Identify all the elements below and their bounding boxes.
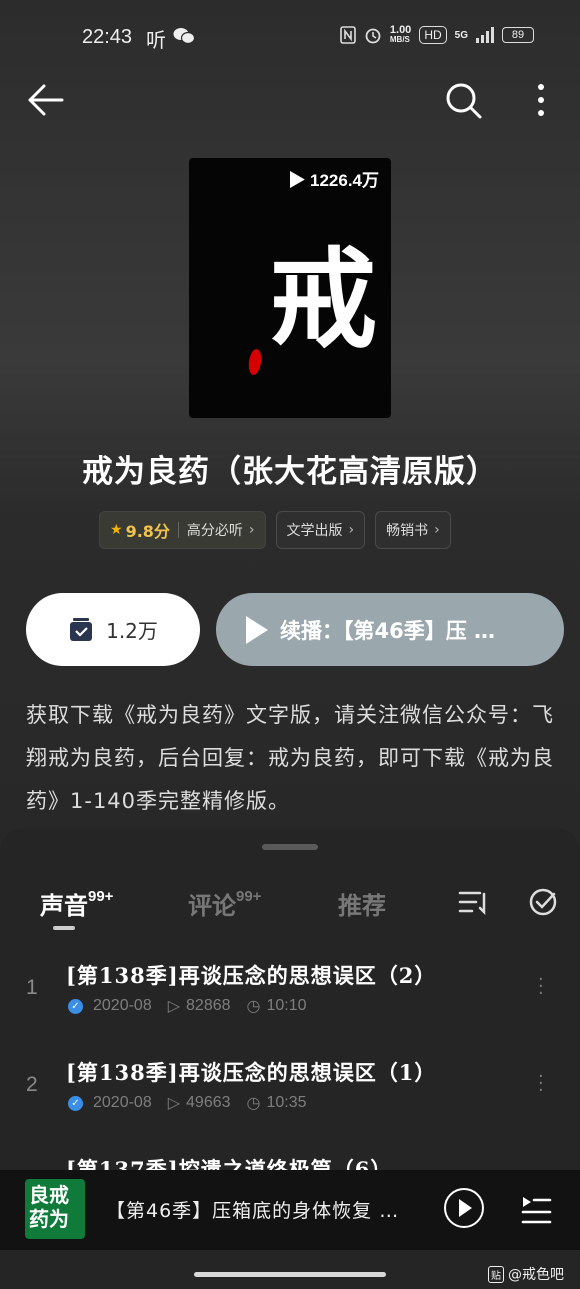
nfc-icon <box>340 26 356 44</box>
tab-underline <box>53 926 75 930</box>
continue-label: 续播：【第46季】压 … <box>280 618 496 643</box>
sort-list-icon[interactable] <box>458 888 490 918</box>
status-right-icons: 1.00 MB/S HD 5G 89 <box>340 25 534 45</box>
player-thumbnail: 良戒药为 <box>25 1179 85 1239</box>
tab-bar: 声音99+ 评论99+ 推荐 <box>0 878 580 938</box>
subscribe-icon <box>70 617 93 641</box>
mini-player[interactable]: 良戒药为 【第46季】压箱底的身体恢复 … <box>0 1170 580 1250</box>
play-button-icon[interactable] <box>444 1188 484 1228</box>
net-speed: 1.00 MB/S <box>389 24 412 45</box>
album-tags: ★ 9.8分 高分必听 › 文学出版 › 畅销书 › <box>99 511 451 549</box>
episode-row[interactable]: 2 [第138季]再谈压念的思想误区（1） ✓ 2020-08 ▷ 49663 ◷… <box>0 1035 580 1131</box>
plays-icon: ▷ <box>167 998 181 1015</box>
status-bar: 22:43 听 1.00 MB/S HD 5G 89 <box>0 0 580 74</box>
verified-check-icon: ✓ <box>68 998 83 1014</box>
episode-more-icon[interactable]: · · · <box>538 971 544 1003</box>
red-seal-mark <box>247 348 263 376</box>
watermark-box: 贴 <box>488 1265 504 1283</box>
tag-label: 畅销书 <box>386 523 429 539</box>
chevron-right-icon: › <box>434 522 440 538</box>
album-title: 戒为良药（张大花高清原版） <box>82 454 498 490</box>
wechat-icon <box>173 28 195 45</box>
tag-literature[interactable]: 文学出版 › <box>275 511 366 549</box>
album-cover[interactable]: ▶ 1226.4万 戒 <box>189 158 391 418</box>
network-type: 5G <box>454 29 468 41</box>
episode-plays: 49663 <box>186 1094 231 1111</box>
player-title: 【第46季】压箱底的身体恢复 … <box>106 1200 400 1222</box>
back-arrow-icon[interactable] <box>26 82 64 118</box>
cover-play-count: ▶ 1226.4万 <box>288 171 379 190</box>
search-icon[interactable] <box>445 82 483 120</box>
episode-title: [第138季]再谈压念的思想误区（1） <box>66 1060 437 1085</box>
chevron-right-icon: › <box>348 522 355 538</box>
chevron-right-icon: › <box>248 522 255 538</box>
subscribe-count: 1.2万 <box>106 619 158 643</box>
status-time: 22:43 <box>82 26 133 48</box>
episode-number: 2 <box>26 1073 38 1096</box>
plays-icon: ▷ <box>167 1095 181 1112</box>
battery-icon: 89 <box>502 27 534 43</box>
tag-bestseller[interactable]: 畅销书 › <box>375 511 451 549</box>
select-check-icon[interactable] <box>528 886 560 918</box>
verified-check-icon: ✓ <box>68 1095 83 1111</box>
clock-icon: ◷ <box>246 998 261 1015</box>
rating-tag[interactable]: ★ 9.8分 高分必听 › <box>99 511 266 549</box>
tab-recommend[interactable]: 推荐 <box>338 886 386 921</box>
episode-meta: ✓ 2020-08 ▷ 82868 ◷ 10:10 <box>68 996 323 1016</box>
play-count-icon: ▶ <box>288 171 306 190</box>
divider <box>177 522 179 538</box>
signal-icon <box>476 27 494 43</box>
tag-label: 文学出版 <box>286 523 343 539</box>
star-icon: ★ <box>110 522 123 538</box>
episode-plays: 82868 <box>186 997 231 1014</box>
continue-play-button[interactable]: 续播：【第46季】压 … <box>216 593 564 666</box>
episode-date: 2020-08 <box>93 997 152 1014</box>
watermark: 贴 @戒色吧 <box>488 1264 564 1284</box>
episode-meta: ✓ 2020-08 ▷ 49663 ◷ 10:35 <box>68 1093 323 1113</box>
subscribe-button[interactable]: 1.2万 <box>26 593 200 666</box>
episode-duration: 10:10 <box>266 997 307 1014</box>
home-indicator[interactable] <box>194 1272 386 1277</box>
rating-score: 9.8分 <box>125 522 170 541</box>
hd-badge: HD <box>419 26 447 44</box>
episode-row[interactable]: 1 [第138季]再谈压念的思想误区（2） ✓ 2020-08 ▷ 82868 ◷… <box>0 938 580 1034</box>
clock-icon: ◷ <box>246 1095 261 1112</box>
tab-comments[interactable]: 评论99+ <box>188 886 261 921</box>
album-description: 获取下载《戒为良药》文字版，请关注微信公众号：飞翔戒为良药，后台回复：戒为良药，… <box>26 703 554 813</box>
episode-duration: 10:35 <box>266 1094 307 1111</box>
cover-character: 戒 <box>269 237 378 363</box>
drag-handle[interactable] <box>262 844 318 850</box>
play-icon <box>246 615 268 644</box>
episode-date: 2020-08 <box>93 1094 152 1111</box>
episode-more-icon[interactable]: · · · <box>538 1068 544 1100</box>
rating-label: 高分必听 <box>186 523 243 539</box>
tab-audio[interactable]: 声音99+ <box>40 886 113 921</box>
listen-icon: 听 <box>146 28 166 52</box>
episode-title: [第138季]再谈压念的思想误区（2） <box>66 963 437 988</box>
more-vertical-icon[interactable] <box>532 82 550 118</box>
alarm-icon <box>365 28 381 44</box>
watermark-text: @戒色吧 <box>508 1267 564 1283</box>
playlist-icon[interactable] <box>520 1192 552 1226</box>
episode-number: 1 <box>26 976 38 999</box>
